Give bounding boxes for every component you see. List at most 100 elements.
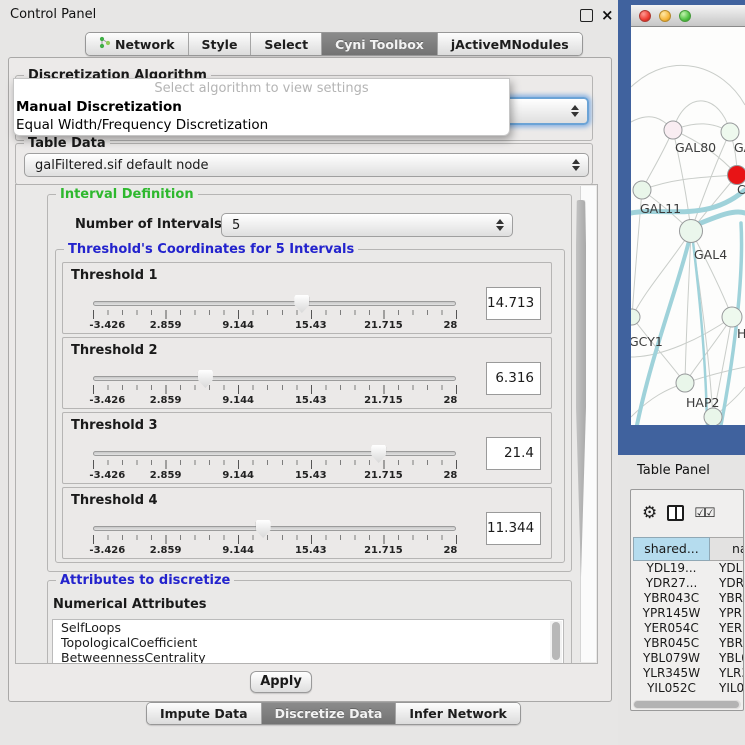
threshold-2-value-field[interactable]: 6.316	[486, 362, 541, 395]
horizontal-scrollbar[interactable]	[633, 700, 741, 709]
tick-label: 15.43	[295, 545, 327, 556]
combo-arrows-icon	[571, 159, 580, 171]
number-of-intervals-combobox[interactable]: 5	[221, 213, 513, 237]
number-of-intervals-value: 5	[222, 218, 495, 233]
tick-label: 9.144	[222, 545, 254, 556]
table-data-value: galFiltered.sif default node	[25, 158, 571, 173]
minimize-traffic-light[interactable]	[659, 10, 671, 22]
node-label: GCY1	[631, 334, 663, 349]
tick-label: -3.426	[89, 545, 125, 556]
table-row[interactable]: YDL19...YDL1	[633, 561, 744, 576]
dropdown-option-manual-discretization[interactable]: Manual Discretization	[14, 98, 509, 116]
gear-icon[interactable]: ⚙	[642, 505, 657, 522]
table-row[interactable]: YDR27...YDR2	[633, 576, 744, 591]
table-data-group-label: Table Data	[24, 136, 110, 151]
threshold-3-slider[interactable]	[93, 451, 456, 456]
tick-label: 21.715	[364, 395, 403, 406]
node-label: GAL4	[694, 247, 727, 262]
window-title: Control Panel	[10, 7, 96, 22]
node-partial-right-top[interactable]	[721, 123, 739, 141]
tick-label: 21.715	[364, 545, 403, 556]
list-item[interactable]: BetweennessCentrality	[53, 650, 563, 664]
tick-label: 15.43	[295, 320, 327, 331]
threshold-2-box: Threshold 2 -3.4262.8599.14415.4321.7152…	[62, 337, 552, 409]
scrollbar-thumb[interactable]	[634, 701, 739, 708]
tick-label: 28	[443, 545, 457, 556]
table-row[interactable]: YPR145WYPR1	[633, 606, 744, 621]
threshold-3-label: Threshold 3	[71, 418, 158, 433]
tab-jactivemnodules[interactable]: jActiveMNodules	[438, 33, 582, 55]
tab-impute-data[interactable]: Impute Data	[147, 703, 262, 724]
settings-scrollpane: Interval Definition Number of Intervals …	[15, 184, 598, 664]
threshold-4-value-field[interactable]: 11.344	[486, 512, 541, 545]
zoom-traffic-light[interactable]	[679, 10, 691, 22]
network-canvas[interactable]: GAL80 GA C GAL11 GAL4 GCY1 H HAP2	[631, 27, 745, 425]
table-toolbar: ⚙ ☑☑	[631, 490, 743, 536]
tab-select[interactable]: Select	[251, 33, 322, 55]
checkbox-icons[interactable]: ☑☑	[694, 507, 713, 520]
node-gal4[interactable]	[680, 220, 703, 243]
node-label: C	[737, 182, 745, 197]
list-item[interactable]: TopologicalCoefficient	[53, 635, 563, 650]
close-icon[interactable]: ×	[601, 9, 614, 22]
tick-label: 2.859	[150, 545, 182, 556]
network-window-titlebar[interactable]	[631, 5, 745, 27]
numerical-attributes-list: SelfLoops TopologicalCoefficient Between…	[52, 619, 564, 664]
table-row[interactable]: YER054CYER0	[633, 621, 744, 636]
vertical-scrollbar[interactable]	[580, 186, 596, 662]
list-scrollbar[interactable]	[550, 621, 562, 664]
table-row[interactable]: YIL052CYIL0	[633, 681, 744, 696]
table-row[interactable]: YLR345WYLR3	[633, 666, 744, 681]
tick-label: 2.859	[150, 395, 182, 406]
close-traffic-light[interactable]	[639, 10, 651, 22]
threshold-3-value-field[interactable]: 21.4	[486, 437, 541, 470]
float-window-icon[interactable]	[580, 9, 593, 22]
node-gal80[interactable]	[664, 121, 682, 139]
list-item[interactable]: SelfLoops	[53, 620, 563, 635]
tab-infer-network[interactable]: Infer Network	[396, 703, 520, 724]
apply-button[interactable]: Apply	[250, 671, 312, 693]
dropdown-prompt: Select algorithm to view settings	[14, 79, 509, 98]
slider-scale: -3.4262.8599.14415.4321.71528	[93, 545, 456, 557]
table-data-combobox[interactable]: galFiltered.sif default node	[24, 153, 589, 177]
threshold-2-label: Threshold 2	[71, 343, 158, 358]
tick-label: 21.715	[364, 320, 403, 331]
cyni-toolbox-panel: Discretization Algorithm Table Data galF…	[8, 57, 612, 702]
node-gal11[interactable]	[633, 181, 651, 199]
node-label: HAP2	[686, 395, 719, 410]
thresholds-group-label: Threshold's Coordinates for 5 Intervals	[64, 242, 358, 257]
tab-style[interactable]: Style	[189, 33, 252, 55]
tick-label: -3.426	[89, 395, 125, 406]
threshold-1-slider[interactable]	[93, 301, 456, 306]
threshold-2-slider[interactable]	[93, 376, 456, 381]
table-row[interactable]: YBL079WYBL0	[633, 651, 744, 666]
slider-scale: -3.4262.8599.14415.4321.71528	[93, 320, 456, 332]
threshold-1-value-field[interactable]: 14.713	[486, 287, 541, 320]
tick-label: 21.715	[364, 470, 403, 481]
thresholds-group: Threshold's Coordinates for 5 Intervals …	[55, 249, 565, 563]
node-hap2[interactable]	[676, 374, 694, 392]
column-header-shared[interactable]: shared...	[633, 537, 710, 561]
node-gcy1[interactable]	[631, 309, 640, 325]
dropdown-option-equal-width-frequency[interactable]: Equal Width/Frequency Discretization	[14, 116, 509, 134]
column-header-name[interactable]: na	[710, 537, 744, 561]
node-partial-bottom[interactable]	[704, 408, 722, 425]
table-panel-box: ⚙ ☑☑ shared... na YDL19...YDL1 YDR27...Y…	[630, 489, 744, 711]
split-columns-icon[interactable]	[667, 505, 684, 521]
table-row[interactable]: YBR045CYBR0	[633, 636, 744, 651]
tab-network-label: Network	[115, 37, 175, 52]
threshold-3-box: Threshold 3 -3.4262.8599.14415.4321.7152…	[62, 412, 552, 484]
tab-network[interactable]: Network	[86, 33, 189, 55]
node-label: H	[737, 326, 745, 341]
interval-definition-label: Interval Definition	[56, 187, 198, 202]
algorithm-dropdown-popup: Select algorithm to view settings Manual…	[13, 78, 510, 136]
tick-label: -3.426	[89, 320, 125, 331]
combo-arrows-icon	[495, 219, 504, 231]
tick-label: 9.144	[222, 395, 254, 406]
interval-definition-group: Interval Definition Number of Intervals …	[47, 194, 572, 572]
table-row[interactable]: YBR043CYBR0	[633, 591, 744, 606]
tab-cyni-toolbox[interactable]: Cyni Toolbox	[322, 33, 438, 55]
node-h[interactable]	[722, 307, 742, 327]
threshold-4-slider[interactable]	[93, 526, 456, 531]
tab-discretize-data[interactable]: Discretize Data	[262, 703, 397, 724]
